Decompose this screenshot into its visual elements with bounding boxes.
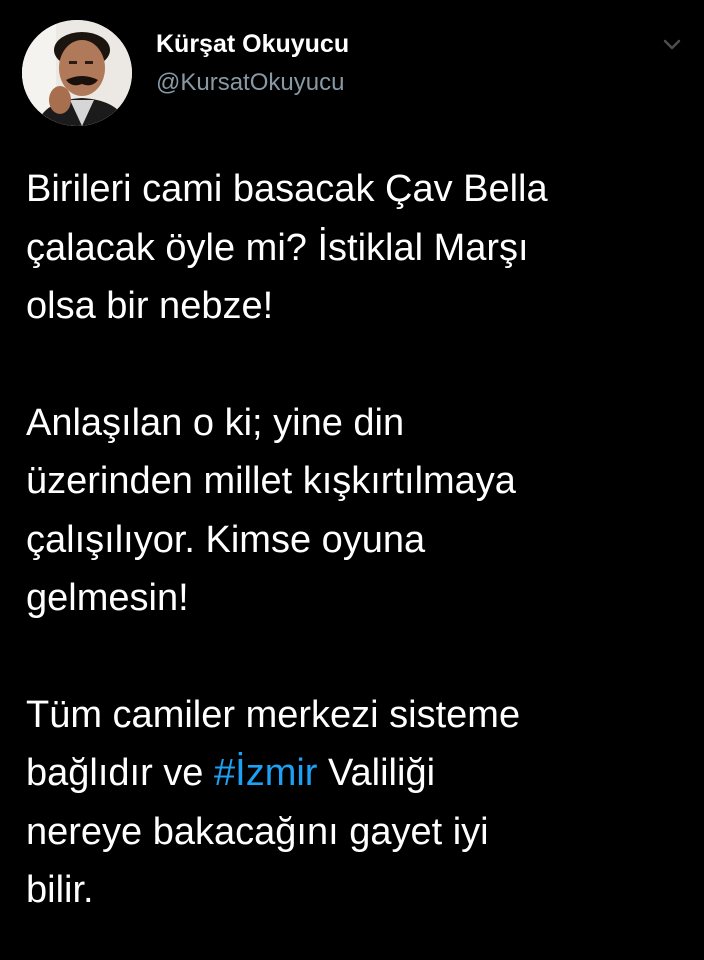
text-line: çalacak öyle mi? İstiklal Marşı: [26, 226, 529, 269]
hashtag-link[interactable]: #İzmir: [214, 752, 317, 794]
text-line: Tüm camiler merkezi sisteme: [26, 693, 521, 736]
avatar[interactable]: [22, 20, 132, 126]
tweet-header: Kürşat Okuyucu @KursatOkuyucu: [22, 20, 682, 126]
tweet-paragraph-1: Birileri cami basacak Çav Bella çalacak …: [26, 160, 686, 336]
tweet-card: Kürşat Okuyucu @KursatOkuyucu Birileri c…: [0, 0, 704, 960]
text-line: gelmesin!: [26, 577, 189, 619]
chevron-down-icon[interactable]: [658, 32, 686, 56]
text-segment: bağlıdır ve: [26, 752, 214, 794]
text-line: Anlaşılan o ki; yine din: [26, 401, 405, 444]
author-info: Kürşat Okuyucu @KursatOkuyucu: [156, 28, 349, 100]
tweet-paragraph-2: Anlaşılan o ki; yine din üzerinden mille…: [26, 394, 686, 628]
text-line: bilir.: [26, 869, 94, 911]
text-line-with-hashtag: bağlıdır ve #İzmir Valiliği: [26, 744, 686, 803]
text-line: üzerinden millet kışkırtılmaya: [26, 460, 516, 502]
author-display-name[interactable]: Kürşat Okuyucu: [156, 28, 349, 60]
text-line: olsa bir nebze!: [26, 285, 274, 327]
text-line: Birileri cami basacak Çav Bella: [26, 168, 548, 210]
text-line: çalışılıyor. Kimse oyuna: [26, 518, 426, 561]
tweet-paragraph-3: Tüm camiler merkezi sisteme bağlıdır ve …: [26, 686, 686, 920]
avatar-image: [22, 20, 132, 126]
tweet-text: Birileri cami basacak Çav Bella çalacak …: [26, 160, 686, 920]
author-handle[interactable]: @KursatOkuyucu: [156, 66, 349, 100]
text-line: nereye bakacağını gayet iyi: [26, 810, 489, 853]
text-segment: Valiliği: [317, 752, 436, 794]
